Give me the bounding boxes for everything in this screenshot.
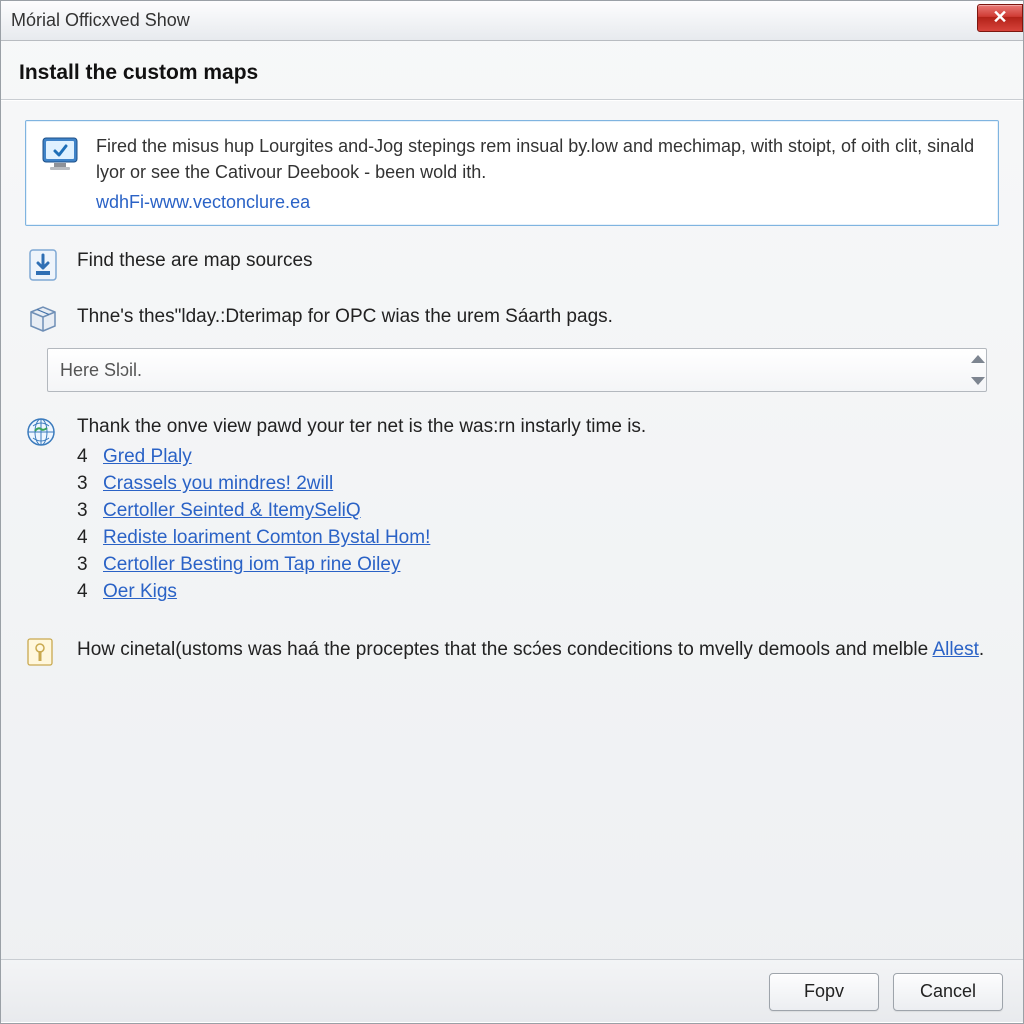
map-select[interactable]: Here Slɔil. bbox=[47, 348, 987, 392]
footnote-before: How cinetal(ustoms was haá the proceptes… bbox=[77, 639, 932, 660]
info-body: Fired the misus hup Lourgites and-Jog st… bbox=[96, 136, 974, 182]
page-heading: Install the custom maps bbox=[1, 41, 1023, 99]
related-link[interactable]: Gred Plaly bbox=[103, 446, 192, 468]
link-number: 4 bbox=[77, 446, 93, 468]
related-link[interactable]: Certoller Besting iom Tap rine Oiley bbox=[103, 554, 400, 576]
link-line: 4 Rediste loariment Comton Bystal Hom! bbox=[77, 527, 999, 549]
spinner-icon[interactable] bbox=[963, 352, 993, 388]
related-link[interactable]: Crassels you mindres! 2will bbox=[103, 473, 333, 495]
info-text: Fired the misus hup Lourgites and-Jog st… bbox=[96, 133, 984, 215]
footnote-link[interactable]: Allest bbox=[932, 639, 978, 660]
link-number: 4 bbox=[77, 581, 93, 603]
step-select-map: Thne's thes"lday.:Dterimap for OPC wias … bbox=[25, 304, 999, 334]
content-area: Fired the misus hup Lourgites and-Jog st… bbox=[1, 100, 1023, 959]
footnote-after: . bbox=[979, 639, 984, 660]
monitor-icon bbox=[40, 133, 82, 215]
link-line: 3 Crassels you mindres! 2will bbox=[77, 473, 999, 495]
link-line: 4 Oer Kigs bbox=[77, 581, 999, 603]
note-icon bbox=[25, 636, 61, 668]
close-button[interactable]: ✕ bbox=[977, 4, 1023, 32]
step-find-sources-label: Find these are map sources bbox=[77, 248, 313, 272]
link-line: 3 Certoller Besting iom Tap rine Oiley bbox=[77, 554, 999, 576]
step-find-sources: Find these are map sources bbox=[25, 248, 999, 282]
globe-icon bbox=[25, 416, 61, 448]
cancel-button[interactable]: Cancel bbox=[893, 973, 1003, 1011]
related-link[interactable]: Oer Kigs bbox=[103, 581, 177, 603]
link-list: 4Gred Plaly3Crassels you mindres! 2will3… bbox=[77, 446, 999, 603]
select-wrap: Here Slɔil. bbox=[47, 348, 999, 392]
related-link[interactable]: Certoller Seinted & ItemySeliQ bbox=[103, 500, 361, 522]
link-line: 3 Certoller Seinted & ItemySeliQ bbox=[77, 500, 999, 522]
link-number: 4 bbox=[77, 527, 93, 549]
link-number: 3 bbox=[77, 473, 93, 495]
related-link[interactable]: Rediste loariment Comton Bystal Hom! bbox=[103, 527, 430, 549]
footnote-text: How cinetal(ustoms was haá the proceptes… bbox=[77, 636, 984, 665]
chevron-up-icon bbox=[971, 355, 985, 363]
primary-button[interactable]: Fopv bbox=[769, 973, 879, 1011]
step-links: Thank the onve view pawd your ter net is… bbox=[25, 416, 999, 608]
window-title: Mórial Officxved Show bbox=[11, 10, 190, 31]
download-icon bbox=[25, 248, 61, 282]
link-number: 3 bbox=[77, 500, 93, 522]
info-box: Fired the misus hup Lourgites and-Jog st… bbox=[25, 120, 999, 226]
button-bar: Fopv Cancel bbox=[1, 959, 1023, 1023]
map-select-value: Here Slɔil. bbox=[60, 360, 142, 381]
close-icon: ✕ bbox=[992, 7, 1007, 28]
link-line: 4 Gred Plaly bbox=[77, 446, 999, 468]
chevron-down-icon bbox=[971, 377, 985, 385]
info-link[interactable]: wdhFi-www.vectonclure.ea bbox=[96, 189, 310, 215]
package-icon bbox=[25, 304, 61, 334]
step-links-lead: Thank the onve view pawd your ter net is… bbox=[77, 416, 999, 438]
footnote: How cinetal(ustoms was haá the proceptes… bbox=[25, 636, 999, 668]
dialog-window: Mórial Officxved Show ✕ Install the cust… bbox=[0, 0, 1024, 1024]
titlebar: Mórial Officxved Show ✕ bbox=[1, 1, 1023, 41]
step-select-map-label: Thne's thes"lday.:Dterimap for OPC wias … bbox=[77, 304, 613, 328]
link-number: 3 bbox=[77, 554, 93, 576]
